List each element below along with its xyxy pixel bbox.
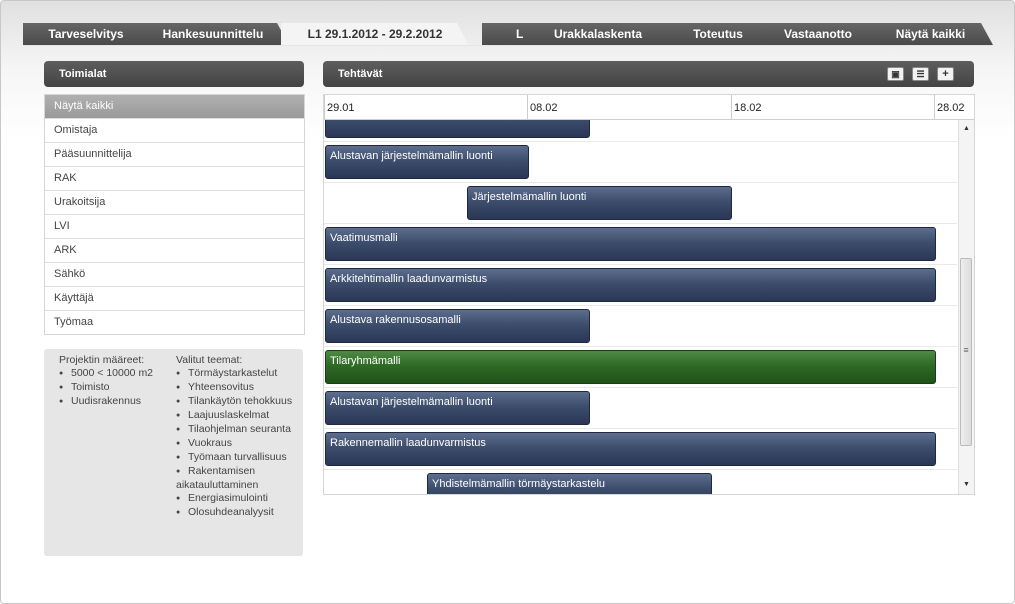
gantt-task-bar[interactable]: Järjestelmämallin luonti [467,186,732,220]
gantt-row-divider [324,182,957,183]
tab-l1[interactable]: L1 29.1.2012 - 29.2.2012 [281,23,469,46]
list-item: 5000 < 10000 m2 [59,367,177,381]
sidebar-list: Näytä kaikki Omistaja Pääsuunnittelija R… [44,94,305,335]
list-item: Yhteensovitus [176,381,296,395]
scrollbar-thumb[interactable]: ≡ [960,258,972,446]
sidebar-item-rak[interactable]: RAK [45,166,304,190]
scroll-down-arrow[interactable]: ▼ [959,478,974,492]
gantt-row-divider [324,264,957,265]
timeline-tick: 08.02 [527,95,558,119]
gantt-task-bar[interactable]: Vaatimusmalli [325,227,936,261]
list-item: Uudisrakennus [59,395,177,409]
gantt-task-bar[interactable]: Arkkitehtimallin laadunvarmistus [325,268,936,302]
sidebar-item-lvi[interactable]: LVI [45,214,304,238]
gantt-row-divider [324,387,957,388]
tasks-header: Tehtävät ▣ ☰ + [323,61,974,87]
selected-themes: Valitut teemat: Törmäystarkastelut Yhtee… [176,354,296,520]
phase-tabs: Tarveselvitys Hankesuunnittelu L2 Urakka… [23,23,993,45]
sidebar-item-sahko[interactable]: Sähkö [45,262,304,286]
list-view-button[interactable]: ☰ [912,67,929,81]
timeline-tick: 18.02 [731,95,762,119]
gantt-task-bar[interactable]: Tilaryhmämalli [325,350,936,384]
gantt-chart: 29.01 08.02 18.02 28.02 Alustavan järjes… [323,94,975,495]
list-item: Työmaan turvallisuus [176,451,296,465]
tab-urakkalaskenta[interactable]: Urakkalaskenta [523,23,673,45]
tab-tarveselvitys[interactable]: Tarveselvitys [23,23,149,45]
add-task-button[interactable]: + [937,67,954,81]
gantt-task-bar[interactable]: Alustava rakennusosamalli [325,309,590,343]
project-attributes-title: Projektin määreet: [59,354,145,366]
gantt-task-bar[interactable]: Alustavan järjestelmämallin luonti [325,391,590,425]
gantt-task-bar[interactable]: Rakennemallin laadunvarmistus [325,432,936,466]
list-item: Tilankäytön tehokkuus [176,395,296,409]
sidebar-title: Toimialat [59,68,107,80]
list-item: Energiasimulointi [176,492,296,506]
gantt-rows: Alustavan järjestelmämallin luonti Järjes… [324,120,957,494]
list-item: Törmäystarkastelut [176,367,296,381]
sidebar-item-omistaja[interactable]: Omistaja [45,118,304,142]
gantt-task-bar[interactable]: Alustavan järjestelmämallin luonti [325,145,529,179]
sidebar-item-tyomaa[interactable]: Työmaa [45,310,304,334]
tab-vastaanotto[interactable]: Vastaanotto [754,23,882,45]
sidebar-header: Toimialat [44,61,304,87]
list-item: Vuokraus [176,437,296,451]
gantt-task-bar[interactable] [325,120,590,138]
grip-icon: ≡ [963,345,969,355]
list-item: Tilaohjelman seuranta [176,423,296,437]
timeline-tick: 28.02 [934,95,965,119]
tab-nayta-kaikki[interactable]: Näytä kaikki [868,23,993,45]
tab-hankesuunnittelu[interactable]: Hankesuunnittelu [137,23,289,45]
print-icon: ▣ [891,69,900,79]
sidebar-item-urakoitsija[interactable]: Urakoitsija [45,190,304,214]
gantt-row-divider [324,305,957,306]
list-item: Rakentamisen aikatauluttaminen [176,465,296,492]
gantt-row-divider [324,141,957,142]
gantt-row-divider [324,346,957,347]
gantt-row-divider [324,428,957,429]
tab-underline [23,45,993,46]
selected-themes-title: Valitut teemat: [176,354,243,366]
project-info-box: Projektin määreet: 5000 < 10000 m2 Toimi… [44,349,303,556]
gantt-row-divider [324,223,957,224]
list-item: Laajuuslaskelmat [176,409,296,423]
tasks-title: Tehtävät [338,68,383,80]
app-window: Tarveselvitys Hankesuunnittelu L2 Urakka… [0,0,1015,604]
sidebar-item-kayttaja[interactable]: Käyttäjä [45,286,304,310]
list-item: Olosuhdeanalyysit [176,506,296,520]
gantt-timeline: 29.01 08.02 18.02 28.02 [324,95,974,120]
sidebar-item-ark[interactable]: ARK [45,238,304,262]
add-icon: + [942,68,949,80]
gantt-task-bar[interactable]: Yhdistelmämallin törmäystarkastelu [427,473,712,494]
list-icon: ☰ [916,69,925,79]
list-item: Toimisto [59,381,177,395]
vertical-scrollbar[interactable]: ▲ ≡ ▼ [958,120,974,494]
scroll-up-arrow[interactable]: ▲ [959,122,974,136]
gantt-row-divider [324,469,957,470]
sidebar-item-paasuunnittelija[interactable]: Pääsuunnittelija [45,142,304,166]
timeline-tick: 29.01 [324,95,355,119]
print-button[interactable]: ▣ [887,67,904,81]
project-attributes: Projektin määreet: 5000 < 10000 m2 Toimi… [59,354,177,409]
sidebar-item-nayta-kaikki[interactable]: Näytä kaikki [45,95,304,118]
